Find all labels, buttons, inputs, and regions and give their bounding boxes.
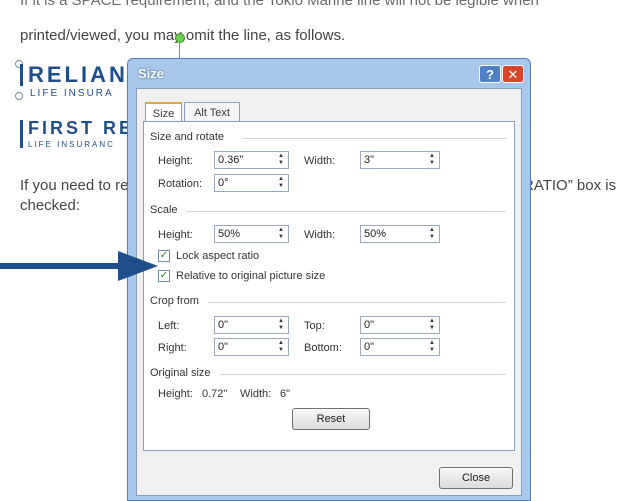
spinner-arrows-icon[interactable]: ▲ ▼ [275, 153, 287, 167]
rotation-label: Rotation: [158, 178, 203, 190]
spinner-arrows-icon[interactable]: ▲ ▼ [426, 340, 438, 354]
width-value: 3" [364, 154, 375, 166]
crop-bottom-value: 0" [364, 341, 375, 353]
crop-left-value: 0" [218, 319, 229, 331]
dialog-title: Size [138, 66, 165, 81]
rotation-value: 0° [218, 177, 229, 189]
logo-first-reliance-sub: LIFE INSURANC [28, 140, 115, 149]
logo-bar [20, 64, 23, 86]
tab-alt-text[interactable]: Alt Text [184, 102, 240, 122]
help-button[interactable]: ? [479, 65, 501, 83]
size-tab-page: Size and rotate Height: 0.36" ▲ ▼ Width: … [143, 121, 515, 451]
spinner-arrows-icon[interactable]: ▲ ▼ [426, 153, 438, 167]
spinner-arrows-icon[interactable]: ▲ ▼ [426, 318, 438, 332]
close-x-button[interactable]: ✕ [502, 65, 524, 83]
crop-top-spinner[interactable]: 0" ▲ ▼ [360, 316, 440, 334]
scale-width-label: Width: [304, 229, 336, 241]
relative-size-label: Relative to original picture size [176, 270, 326, 282]
spinner-arrows-icon[interactable]: ▲ ▼ [426, 227, 438, 241]
size-dialog: Size ? ✕ Size Alt Text Size and rotate H… [127, 58, 531, 501]
divider [220, 374, 506, 375]
scale-heading: Scale [150, 204, 178, 216]
divider [242, 138, 506, 139]
scale-height-value: 50% [218, 228, 241, 240]
divider [208, 302, 506, 303]
document-line-3: If you need to re [20, 177, 129, 194]
height-label: Height: [158, 155, 193, 167]
document-line-1: If it is a SPACE requirement, and the To… [20, 0, 539, 9]
height-value: 0.36" [218, 154, 244, 166]
crop-bottom-label: Bottom: [304, 342, 342, 354]
divider [186, 211, 506, 212]
crop-right-value: 0" [218, 341, 229, 353]
logo-bar-2 [20, 120, 23, 148]
reset-button[interactable]: Reset [292, 408, 370, 430]
spinner-arrows-icon[interactable]: ▲ ▼ [275, 318, 287, 332]
original-width-value: 6" [280, 388, 291, 400]
resize-handle-bottom-left[interactable] [15, 92, 23, 100]
width-spinner[interactable]: 3" ▲ ▼ [360, 151, 440, 169]
rotation-spinner[interactable]: 0° ▲ ▼ [214, 174, 289, 192]
original-size-heading: Original size [150, 367, 211, 379]
spinner-arrows-icon[interactable]: ▲ ▼ [275, 176, 287, 190]
rotation-handle-stem [179, 42, 180, 58]
original-height-label: Height: [158, 388, 193, 400]
dialog-titlebar[interactable]: Size ? ✕ [128, 59, 530, 87]
scale-width-spinner[interactable]: 50% ▲ ▼ [360, 225, 440, 243]
width-label: Width: [304, 155, 336, 167]
pointer-arrow-icon [0, 251, 158, 281]
close-button[interactable]: Close [439, 467, 513, 489]
size-rotate-heading: Size and rotate [150, 131, 224, 143]
lock-aspect-label: Lock aspect ratio [176, 250, 260, 262]
crop-bottom-spinner[interactable]: 0" ▲ ▼ [360, 338, 440, 356]
document-line-4: checked: [20, 197, 81, 214]
dialog-panel: Size Alt Text Size and rotate Height: 0.… [136, 88, 522, 496]
logo-reliance-sub: LIFE INSURA [30, 88, 114, 99]
scale-height-spinner[interactable]: 50% ▲ ▼ [214, 225, 289, 243]
crop-heading: Crop from [150, 295, 199, 307]
crop-left-label: Left: [158, 320, 180, 332]
scale-height-label: Height: [158, 229, 193, 241]
tab-size[interactable]: Size [145, 102, 182, 122]
crop-top-label: Top: [304, 320, 325, 332]
original-height-value: 0.72" [202, 388, 228, 400]
logo-reliance: RELIAN [28, 62, 128, 87]
crop-right-spinner[interactable]: 0" ▲ ▼ [214, 338, 289, 356]
spinner-arrows-icon[interactable]: ▲ ▼ [275, 340, 287, 354]
height-spinner[interactable]: 0.36" ▲ ▼ [214, 151, 289, 169]
scale-width-value: 50% [364, 228, 387, 240]
crop-right-label: Right: [158, 342, 187, 354]
original-width-label: Width: [240, 388, 272, 400]
crop-left-spinner[interactable]: 0" ▲ ▼ [214, 316, 289, 334]
rotation-handle[interactable] [175, 33, 185, 43]
crop-top-value: 0" [364, 319, 375, 331]
document-line-3-right: RATIO” box is [523, 177, 617, 194]
spinner-arrows-icon[interactable]: ▲ ▼ [275, 227, 287, 241]
